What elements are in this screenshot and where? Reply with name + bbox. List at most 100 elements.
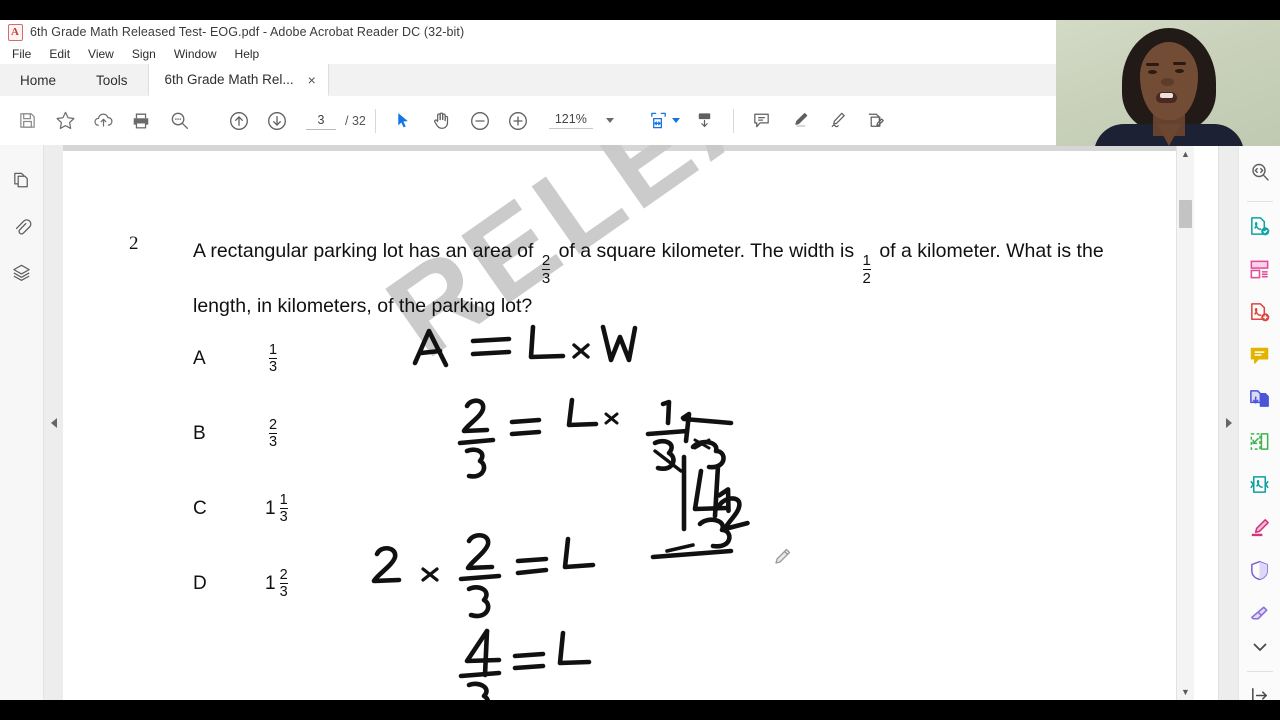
- chevron-right-icon: [1225, 417, 1232, 428]
- menu-item-file[interactable]: File: [3, 45, 40, 63]
- select-tool-button[interactable]: [387, 104, 421, 138]
- collapse-left-panel-handle[interactable]: [44, 145, 64, 700]
- tab-document[interactable]: 6th Grade Math Rel... ×: [147, 64, 329, 96]
- fraction-numerator: 1: [862, 252, 871, 270]
- answer-choice-d[interactable]: D 1 2 3: [193, 546, 493, 621]
- combine-files-button[interactable]: [1243, 385, 1277, 418]
- find-button[interactable]: [162, 104, 196, 138]
- page-thumbnails-icon: [11, 170, 32, 196]
- plus-circle-icon: [507, 110, 529, 132]
- upload-to-cloud-button[interactable]: [86, 104, 120, 138]
- redact-button[interactable]: [1243, 600, 1277, 633]
- comment-bubble-icon: [751, 110, 772, 131]
- create-pdf-button[interactable]: [1243, 299, 1277, 332]
- choice-letter: C: [193, 497, 207, 519]
- question-part-2: of a square kilometer. The width is: [558, 240, 855, 262]
- answer-choice-c[interactable]: C 1 1 3: [193, 471, 493, 546]
- protect-pdf-button[interactable]: [1243, 557, 1277, 590]
- layers-button[interactable]: [4, 257, 40, 293]
- scroll-down-button[interactable]: ▼: [1177, 683, 1194, 700]
- scrollbar-thumb[interactable]: [1179, 200, 1192, 228]
- choice-fraction: 1 3: [279, 492, 288, 525]
- highlighter-pen-icon: [1248, 516, 1271, 544]
- cloud-upload-icon: [93, 110, 114, 131]
- choice-fraction: 1 3: [269, 342, 278, 375]
- comment-tool-button[interactable]: [1243, 342, 1277, 375]
- chevron-down-icon[interactable]: [605, 118, 614, 123]
- vertical-scrollbar[interactable]: ▲ ▼: [1176, 145, 1194, 700]
- page-thumbnails-button[interactable]: [4, 165, 40, 201]
- top-black-bar: [0, 0, 1280, 20]
- close-icon[interactable]: ×: [308, 73, 316, 87]
- choice-whole: 1: [265, 497, 276, 519]
- zoom-in-button[interactable]: [501, 104, 535, 138]
- arrow-down-circle-icon: [266, 110, 288, 132]
- menu-item-edit[interactable]: Edit: [40, 45, 79, 63]
- next-page-button[interactable]: [260, 104, 294, 138]
- page-number-input[interactable]: [306, 111, 336, 130]
- toolbar-divider-1: [374, 108, 376, 133]
- choice-value: 1 2 3: [265, 567, 291, 600]
- webcam-eye-left: [1148, 70, 1157, 74]
- combine-files-icon: [1248, 387, 1271, 415]
- layers-icon: [11, 262, 32, 288]
- hand-tool-button[interactable]: [425, 104, 459, 138]
- compress-pdf-button[interactable]: [1243, 471, 1277, 504]
- choice-value: 1 3: [265, 342, 280, 375]
- menu-item-window[interactable]: Window: [165, 45, 226, 63]
- paperclip-icon: [11, 216, 32, 242]
- answer-choice-a[interactable]: A 1 3: [193, 321, 493, 396]
- menu-item-help[interactable]: Help: [226, 45, 269, 63]
- fraction-numerator: 2: [269, 416, 278, 433]
- toolbar-divider-2: [732, 108, 734, 133]
- pdf-document-icon: A: [8, 23, 23, 41]
- save-file-button[interactable]: [10, 104, 44, 138]
- webcam-brow-right: [1173, 62, 1186, 65]
- scroll-mode-button[interactable]: [688, 104, 722, 138]
- answer-choice-b[interactable]: B 2 3: [193, 396, 493, 471]
- highlight-button[interactable]: [783, 104, 817, 138]
- scroll-up-button[interactable]: ▲: [1177, 145, 1194, 162]
- crop-pages-button[interactable]: [1243, 428, 1277, 461]
- question-part-1: A rectangular parking lot has an area of: [193, 240, 534, 262]
- sign-button[interactable]: [821, 104, 855, 138]
- add-comment-button[interactable]: [745, 104, 779, 138]
- organize-pages-button[interactable]: [1243, 256, 1277, 289]
- fill-and-sign-button[interactable]: [859, 104, 893, 138]
- floppy-disk-icon: [18, 111, 37, 130]
- bottom-black-bar: [0, 700, 1280, 720]
- fit-page-dropdown-caret[interactable]: [671, 118, 680, 123]
- add-to-favorites-button[interactable]: [48, 104, 82, 138]
- edit-pdf-button[interactable]: [1243, 514, 1277, 547]
- signature-icon: [827, 110, 848, 131]
- print-button[interactable]: [124, 104, 158, 138]
- more-tools-chevron[interactable]: [1243, 638, 1277, 657]
- cursor-arrow-icon: [394, 111, 413, 130]
- tab-tools[interactable]: Tools: [76, 64, 148, 96]
- attachments-button[interactable]: [4, 211, 40, 247]
- zoom-control[interactable]: 121%: [548, 112, 614, 129]
- webcam-teeth: [1160, 93, 1173, 98]
- menu-item-view[interactable]: View: [79, 45, 123, 63]
- collapse-right-panel-handle[interactable]: [1218, 145, 1238, 700]
- zoom-out-button[interactable]: [463, 104, 497, 138]
- fit-page-button[interactable]: [642, 104, 676, 138]
- choice-letter: B: [193, 422, 206, 444]
- tab-home[interactable]: Home: [0, 64, 77, 96]
- choice-letter: D: [193, 572, 207, 594]
- menu-item-sign[interactable]: Sign: [123, 45, 165, 63]
- panel-divider: [1246, 200, 1273, 202]
- compress-pdf-icon: [1248, 473, 1271, 501]
- answer-choices: A 1 3 B 2 3 C 1 1 3 D 1 2 3: [193, 321, 493, 621]
- search-tool-button[interactable]: [1243, 158, 1277, 191]
- search-icon: [169, 110, 190, 131]
- choice-value: 1 1 3: [265, 492, 291, 525]
- zoom-level-value[interactable]: 121%: [548, 112, 593, 129]
- webcam-eye-right: [1175, 69, 1184, 73]
- previous-page-button[interactable]: [222, 104, 256, 138]
- document-viewport[interactable]: RELEASED 2 A rectangular parking lot has…: [63, 145, 1194, 700]
- annotation-long-division: [650, 411, 734, 560]
- export-pdf-button[interactable]: [1243, 213, 1277, 246]
- fraction-one-half: 1 2: [862, 252, 871, 286]
- choice-fraction: 2 3: [269, 416, 278, 450]
